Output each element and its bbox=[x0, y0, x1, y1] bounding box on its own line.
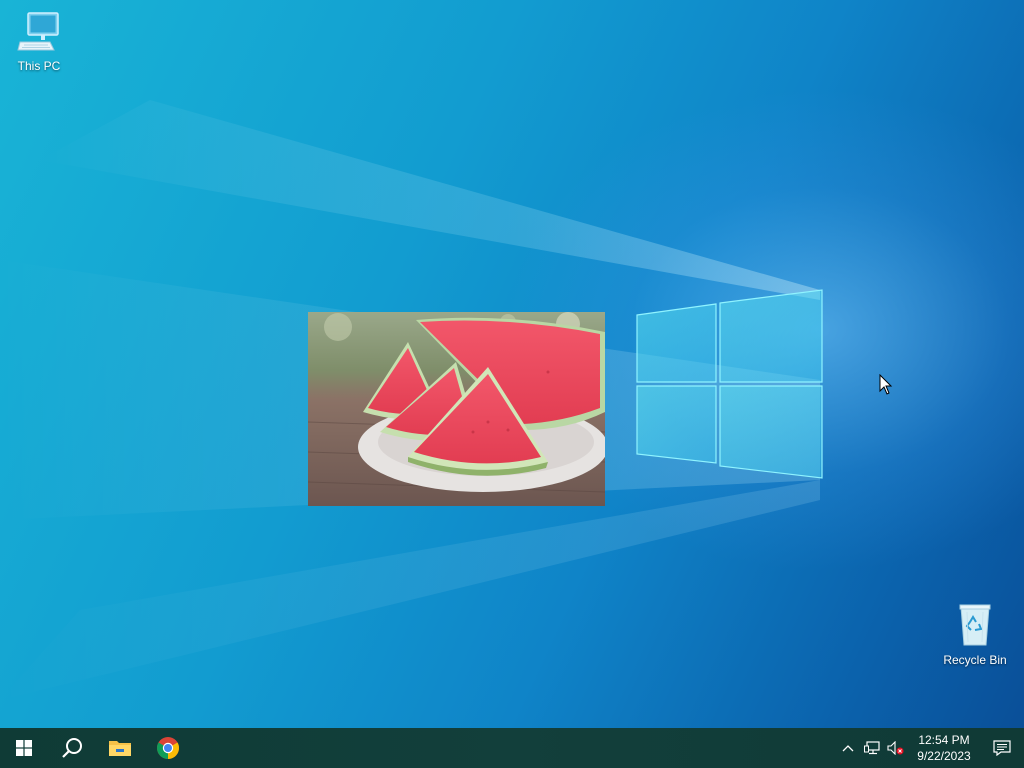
search-button[interactable] bbox=[48, 728, 96, 768]
windows-logo-wallpaper bbox=[636, 289, 823, 479]
volume-button[interactable] bbox=[884, 728, 908, 768]
network-button[interactable] bbox=[860, 728, 884, 768]
folder-icon bbox=[109, 741, 131, 756]
recycle-bin-icon bbox=[959, 604, 991, 646]
desktop[interactable]: This PC Recycle Bin bbox=[0, 0, 1024, 728]
chevron-up-icon bbox=[842, 745, 854, 752]
chrome-icon bbox=[157, 737, 179, 759]
clock-time: 12:54 PM bbox=[918, 733, 970, 747]
start-button[interactable] bbox=[0, 728, 48, 768]
windows-logo-icon bbox=[16, 740, 32, 756]
action-center-button[interactable] bbox=[980, 728, 1024, 768]
file-explorer-button[interactable] bbox=[96, 728, 144, 768]
desktop-icon-this-pc[interactable]: This PC bbox=[0, 8, 79, 73]
taskbar: 12:54 PM 9/22/2023 bbox=[0, 728, 1024, 768]
desktop-icon-label: Recycle Bin bbox=[943, 653, 1007, 667]
clock[interactable]: 12:54 PM 9/22/2023 bbox=[908, 732, 980, 764]
computer-icon bbox=[17, 12, 59, 51]
watermelon-slices-image[interactable] bbox=[308, 312, 605, 506]
show-hidden-icons-button[interactable] bbox=[836, 728, 860, 768]
search-icon bbox=[62, 738, 82, 758]
system-tray: 12:54 PM 9/22/2023 bbox=[836, 728, 1024, 768]
network-icon bbox=[864, 741, 880, 755]
clock-date: 9/22/2023 bbox=[917, 749, 971, 763]
desktop-icon-recycle-bin[interactable]: Recycle Bin bbox=[935, 602, 1015, 667]
mouse-cursor-icon bbox=[879, 374, 893, 395]
volume-muted-icon bbox=[887, 741, 904, 755]
desktop-icon-label: This PC bbox=[17, 59, 61, 73]
chrome-button[interactable] bbox=[144, 728, 192, 768]
notification-icon bbox=[993, 740, 1011, 756]
